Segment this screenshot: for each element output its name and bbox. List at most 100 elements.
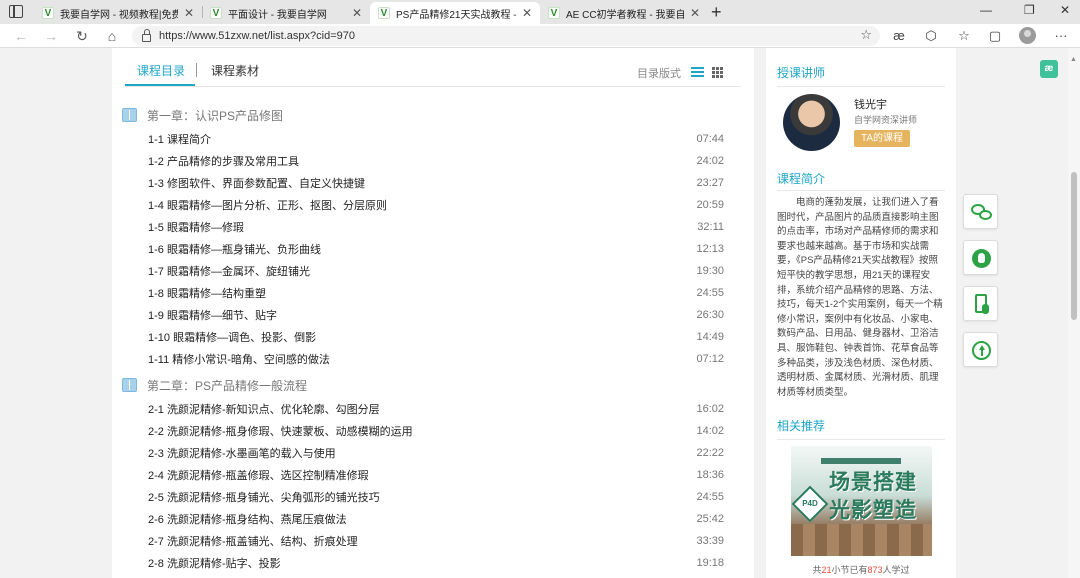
browser-tab-4[interactable]: V AE CC初学者教程 - 我要自学网 ✕	[540, 2, 708, 24]
lesson-row[interactable]: 1-9 眼霜精修—细节、贴字 26:30	[148, 306, 724, 324]
lesson-row[interactable]: 1-10 眼霜精修—调色、投影、倒影 14:49	[148, 328, 724, 346]
lesson-duration: 20:59	[696, 199, 724, 211]
lesson-title[interactable]: 2-7 洗颜泥精修-瓶盖铺光、结构、折痕处理	[148, 533, 358, 549]
browser-tab-2[interactable]: V 平面设计 - 我要自学网 ✕	[202, 2, 370, 24]
lock-icon	[142, 28, 151, 42]
favorite-star-icon[interactable]: ☆	[860, 27, 872, 43]
lesson-row[interactable]: 1-6 眼霜精修—瓶身铺光、负形曲线 12:13	[148, 240, 724, 258]
lesson-title[interactable]: 2-4 洗颜泥精修-瓶盖修瑕、选区控制精准修瑕	[148, 467, 369, 483]
lesson-title[interactable]: 2-5 洗颜泥精修-瓶身铺光、尖角弧形的铺光技巧	[148, 489, 380, 505]
lesson-row[interactable]: 2-6 洗颜泥精修-瓶身结构、燕尾压痕做法 25:42	[148, 510, 724, 528]
profile-avatar[interactable]	[1019, 27, 1036, 44]
lesson-title[interactable]: 1-3 修图软件、界面参数配置、自定义快捷键	[148, 175, 365, 191]
teacher-avatar[interactable]	[783, 94, 840, 151]
lesson-title[interactable]: 1-8 眼霜精修—结构重塑	[148, 285, 266, 301]
scroll-thumb[interactable]	[1071, 172, 1077, 320]
back-button[interactable]: ←	[12, 27, 30, 45]
lesson-title[interactable]: 1-5 眼霜精修—修瑕	[148, 219, 244, 235]
site-favicon-icon: V	[42, 7, 54, 19]
tab-title: 平面设计 - 我要自学网	[228, 9, 327, 21]
lesson-title[interactable]: 2-1 洗颜泥精修-新知识点、优化轮廓、勾图分层	[148, 401, 380, 417]
lesson-duration: 24:02	[696, 155, 724, 167]
lesson-row[interactable]: 2-3 洗颜泥精修-水墨画笔的载入与使用 22:22	[148, 444, 724, 462]
lesson-duration: 16:02	[696, 403, 724, 415]
chapter-title: 第二章：PS产品精修一般流程	[147, 378, 308, 393]
tab-course-catalog[interactable]: 课程目录	[137, 62, 185, 79]
tab-actions-icon[interactable]	[9, 5, 23, 18]
forward-button[interactable]: →	[42, 27, 60, 45]
collections-icon[interactable]: ▢	[986, 27, 1004, 45]
browser-tabstrip: V 我要自学网 - 视频教程|免费教程|自 ✕ V 平面设计 - 我要自学网 ✕…	[0, 0, 1080, 24]
lesson-title[interactable]: 1-11 精修小常识-暗角、空间感的做法	[148, 351, 330, 367]
more-menu-icon[interactable]: ···	[1052, 27, 1070, 45]
lesson-row[interactable]: 1-5 眼霜精修—修瑕 32:11	[148, 218, 724, 236]
address-bar[interactable]: https://www.51zxw.net/list.aspx?cid=970 …	[132, 26, 880, 46]
lesson-duration: 14:02	[696, 425, 724, 437]
extension-ae-icon[interactable]: æ	[890, 27, 908, 45]
lesson-title[interactable]: 1-1 课程简介	[148, 131, 211, 147]
minimize-button[interactable]: —	[980, 3, 992, 17]
lesson-title[interactable]: 1-7 眼霜精修—金属环、旋纽铺光	[148, 263, 310, 279]
lesson-row[interactable]: 2-1 洗颜泥精修-新知识点、优化轮廓、勾图分层 16:02	[148, 400, 724, 418]
list-view-icon[interactable]	[691, 67, 704, 77]
lesson-title[interactable]: 2-6 洗颜泥精修-瓶身结构、燕尾压痕做法	[148, 511, 347, 527]
teacher-name[interactable]: 钱光宇	[854, 96, 887, 112]
tab-title: 我要自学网 - 视频教程|免费教程|自	[60, 9, 178, 21]
lesson-title[interactable]: 2-8 洗颜泥精修-贴字、投影	[148, 555, 281, 571]
tab-close-icon[interactable]: ✕	[184, 6, 194, 20]
page-scrollbar[interactable]: ▲	[1068, 48, 1080, 578]
tab-close-icon[interactable]: ✕	[352, 6, 362, 20]
caption-suffix: 人学过	[882, 565, 910, 575]
tab-close-icon[interactable]: ✕	[690, 6, 700, 20]
ae-extension-badge[interactable]: æ	[1040, 60, 1058, 78]
p4d-badge: P4D	[791, 485, 829, 523]
lesson-duration: 24:55	[696, 491, 724, 503]
tab-course-materials[interactable]: 课程素材	[211, 62, 259, 79]
related-course-banner[interactable]: P4D 场景搭建 光影塑造	[791, 446, 932, 556]
lesson-title[interactable]: 1-6 眼霜精修—瓶身铺光、负形曲线	[148, 241, 321, 257]
wechat-button[interactable]	[963, 194, 998, 229]
learner-count: 873	[867, 565, 883, 575]
restore-button[interactable]: ❐	[1024, 3, 1035, 17]
lesson-row[interactable]: 2-8 洗颜泥精修-贴字、投影 19:18	[148, 554, 724, 572]
new-tab-button[interactable]: +	[711, 2, 722, 22]
favorites-icon[interactable]: ☆	[955, 27, 973, 45]
mobile-button[interactable]	[963, 286, 998, 321]
close-window-button[interactable]: ✕	[1060, 3, 1070, 17]
tab-title: AE CC初学者教程 - 我要自学网	[566, 9, 684, 21]
lesson-row[interactable]: 2-4 洗颜泥精修-瓶盖修瑕、选区控制精准修瑕 18:36	[148, 466, 724, 484]
lesson-row[interactable]: 2-2 洗颜泥精修-瓶身修瑕、快速蒙板、动感模糊的运用 14:02	[148, 422, 724, 440]
lesson-row[interactable]: 1-11 精修小常识-暗角、空间感的做法 07:12	[148, 350, 724, 368]
site-favicon-icon: V	[378, 7, 390, 19]
lesson-title[interactable]: 1-4 眼霜精修—图片分析、正形、抠图、分层原则	[148, 197, 387, 213]
lesson-title[interactable]: 1-10 眼霜精修—调色、投影、倒影	[148, 329, 316, 345]
home-button[interactable]: ⌂	[103, 27, 121, 45]
lesson-title[interactable]: 2-3 洗颜泥精修-水墨画笔的载入与使用	[148, 445, 336, 461]
arrow-up-icon	[971, 340, 992, 361]
lesson-row[interactable]: 1-1 课程简介 07:44	[148, 130, 724, 148]
catalog-tabs: 课程目录 课程素材 目录版式	[112, 48, 754, 87]
grid-view-icon[interactable]	[712, 67, 723, 78]
refresh-button[interactable]: ↻	[73, 27, 91, 45]
tab-close-icon[interactable]: ✕	[522, 6, 532, 20]
lesson-title[interactable]: 1-2 产品精修的步骤及常用工具	[148, 153, 299, 169]
lesson-row[interactable]: 1-8 眼霜精修—结构重塑 24:55	[148, 284, 724, 302]
site-favicon-icon: V	[548, 7, 560, 19]
related-heading: 相关推荐	[777, 419, 826, 433]
browser-tab-1[interactable]: V 我要自学网 - 视频教程|免费教程|自 ✕	[34, 2, 202, 24]
lesson-row[interactable]: 1-4 眼霜精修—图片分析、正形、抠图、分层原则 20:59	[148, 196, 724, 214]
lesson-row[interactable]: 2-7 洗颜泥精修-瓶盖铺光、结构、折痕处理 33:39	[148, 532, 724, 550]
lesson-row[interactable]: 1-3 修图软件、界面参数配置、自定义快捷键 23:27	[148, 174, 724, 192]
lesson-row[interactable]: 2-5 洗颜泥精修-瓶身铺光、尖角弧形的铺光技巧 24:55	[148, 488, 724, 506]
lesson-title[interactable]: 2-2 洗颜泥精修-瓶身修瑕、快速蒙板、动感模糊的运用	[148, 423, 413, 439]
teacher-courses-button[interactable]: TA的课程	[854, 130, 910, 147]
qq-button[interactable]	[963, 240, 998, 275]
back-to-top-button[interactable]	[963, 332, 998, 367]
lesson-row[interactable]: 1-7 眼霜精修—金属环、旋纽铺光 19:30	[148, 262, 724, 280]
browser-tab-3-active[interactable]: V PS产品精修21天实战教程 - 我要自 ✕	[370, 2, 540, 24]
lesson-title[interactable]: 1-9 眼霜精修—细节、贴字	[148, 307, 277, 323]
lesson-row[interactable]: 1-2 产品精修的步骤及常用工具 24:02	[148, 152, 724, 170]
url-text[interactable]: https://www.51zxw.net/list.aspx?cid=970	[159, 30, 355, 42]
extensions-puzzle-icon[interactable]: ⬡	[922, 27, 940, 45]
scroll-up-icon[interactable]: ▲	[1070, 56, 1077, 63]
